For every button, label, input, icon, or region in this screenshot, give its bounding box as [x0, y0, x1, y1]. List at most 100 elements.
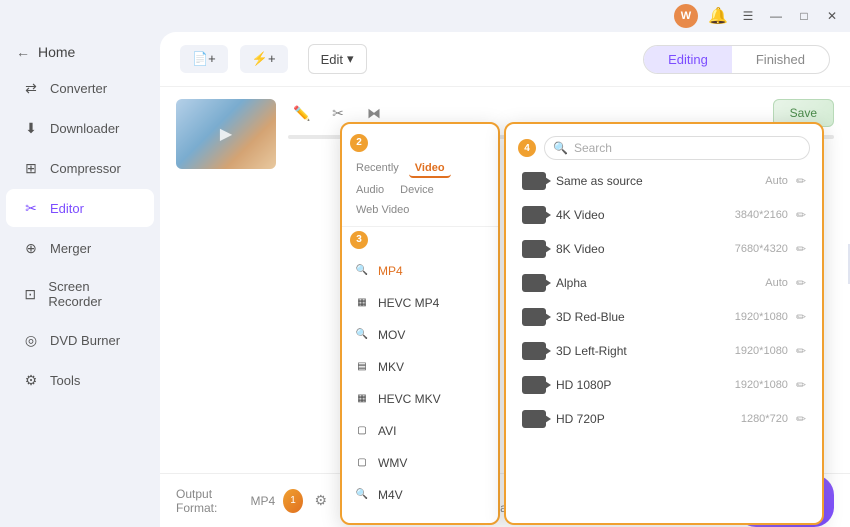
mkv-icon: ▤ [354, 359, 370, 375]
edit-pencil-icon[interactable]: ✏️ [288, 99, 316, 127]
add-icon: 📄+ [192, 51, 216, 67]
format-item-mov[interactable]: 🔍 MOV [342, 319, 498, 351]
format-item-mp4[interactable]: 🔍 MP4 [342, 255, 498, 287]
output-format-section: Output Format: MP4 1 ⚙ [176, 487, 331, 515]
hevc-mp4-icon: ▦ [354, 295, 370, 311]
format-label-wmv: WMV [378, 456, 407, 470]
format-label-m4v: M4V [378, 488, 403, 502]
tab-finished[interactable]: Finished [732, 46, 829, 73]
quality-icon [522, 376, 546, 394]
quality-edit-icon[interactable]: ✏ [796, 344, 806, 358]
sidebar-item-downloader[interactable]: ⬇ Downloader [6, 109, 154, 147]
sidebar-item-editor[interactable]: ✂ Editor [6, 189, 154, 227]
sidebar-label-editor: Editor [50, 201, 84, 216]
format-item-hevc-mkv[interactable]: ▦ HEVC MKV [342, 383, 498, 415]
sidebar-item-merger[interactable]: ⊕ Merger [6, 229, 154, 267]
format-tab-audio[interactable]: Audio [350, 182, 390, 198]
dvd-burner-icon: ◎ [22, 331, 40, 349]
format-item-wmv[interactable]: ▢ WMV [342, 447, 498, 479]
format-label-mkv: MKV [378, 360, 404, 374]
video-thumbnail [176, 99, 276, 169]
format-label-hevc-mp4: HEVC MP4 [378, 296, 439, 310]
format-tab-video[interactable]: Video [409, 160, 451, 178]
quality-icon [522, 410, 546, 428]
quality-res: Auto [765, 277, 788, 289]
quality-item-alpha[interactable]: Alpha Auto ✏ [510, 266, 818, 300]
quality-res: 1920*1080 [735, 345, 788, 357]
badge-1: 1 [290, 495, 296, 506]
quality-list: Same as source Auto ✏ 4K Video 3840*2160… [506, 164, 822, 436]
quality-label: 4K Video [556, 208, 735, 222]
output-format-dropdown-button[interactable]: 1 [283, 489, 303, 513]
sidebar-item-screen-recorder[interactable]: ⊡ Screen Recorder [6, 269, 154, 319]
search-icon: 🔍 [553, 141, 568, 155]
quality-res: 1920*1080 [735, 311, 788, 323]
format-overlay: 2 Recently Video Audio Device Web Video … [340, 122, 824, 525]
quality-label: HD 720P [556, 412, 741, 426]
close-button[interactable]: ✕ [822, 6, 842, 26]
sidebar-label-dvd-burner: DVD Burner [50, 333, 120, 348]
quality-item-4k[interactable]: 4K Video 3840*2160 ✏ [510, 198, 818, 232]
badge-3: 3 [350, 231, 368, 249]
mov-icon: 🔍 [354, 327, 370, 343]
format-item-m4v[interactable]: 🔍 M4V [342, 479, 498, 511]
hamburger-icon[interactable]: ☰ [738, 6, 758, 26]
badge-4: 4 [518, 139, 536, 157]
quality-label: 3D Left-Right [556, 344, 735, 358]
title-bar: W 🔔 ☰ — □ ✕ [0, 0, 850, 32]
quality-item-hd-1080p[interactable]: HD 1080P 1920*1080 ✏ [510, 368, 818, 402]
quality-edit-icon[interactable]: ✏ [796, 276, 806, 290]
quality-edit-icon[interactable]: ✏ [796, 174, 806, 188]
format-tab-recently[interactable]: Recently [350, 160, 405, 178]
edit-dropdown[interactable]: Edit ▾ [308, 44, 367, 74]
format-right-panel: 4 🔍 Search Same as source Auto ✏ [504, 122, 824, 525]
content-area: 📄+ ⚡+ Edit ▾ Editing Finished ✏️ ✂ ⧓ [160, 32, 850, 527]
hevc-mkv-icon: ▦ [354, 391, 370, 407]
quality-item-3d-red-blue[interactable]: 3D Red-Blue 1920*1080 ✏ [510, 300, 818, 334]
notification-icon[interactable]: 🔔 [706, 4, 730, 28]
minimize-button[interactable]: — [766, 6, 786, 26]
converter-icon: ⇄ [22, 79, 40, 97]
quality-label: 8K Video [556, 242, 735, 256]
sidebar-label-downloader: Downloader [50, 121, 119, 136]
sidebar-item-tools[interactable]: ⚙ Tools [6, 361, 154, 399]
quality-item-3d-left-right[interactable]: 3D Left-Right 1920*1080 ✏ [510, 334, 818, 368]
sidebar-home[interactable]: ← Home [0, 36, 160, 68]
quality-icon [522, 342, 546, 360]
quality-item-hd-720p[interactable]: HD 720P 1280*720 ✏ [510, 402, 818, 436]
mp4-icon: 🔍 [354, 263, 370, 279]
quality-item-8k[interactable]: 8K Video 7680*4320 ✏ [510, 232, 818, 266]
quality-edit-icon[interactable]: ✏ [796, 242, 806, 256]
quality-edit-icon[interactable]: ✏ [796, 208, 806, 222]
output-format-value: MP4 [250, 494, 275, 508]
quality-label: Alpha [556, 276, 765, 290]
output-format-label: Output Format: [176, 487, 242, 515]
output-settings-icon[interactable]: ⚙ [311, 489, 331, 513]
format-label-hevc-mkv: HEVC MKV [378, 392, 441, 406]
search-bar[interactable]: 🔍 Search [544, 136, 810, 160]
quality-edit-icon[interactable]: ✏ [796, 310, 806, 324]
home-label: Home [38, 44, 75, 60]
sidebar-item-dvd-burner[interactable]: ◎ DVD Burner [6, 321, 154, 359]
format-list: 🔍 MP4 ▦ HEVC MP4 🔍 MOV ▤ MKV [342, 251, 498, 515]
speed-icon: ⚡+ [252, 51, 276, 67]
format-tab-web-video[interactable]: Web Video [350, 202, 415, 218]
quality-item-same-as-source[interactable]: Same as source Auto ✏ [510, 164, 818, 198]
format-item-hevc-mp4[interactable]: ▦ HEVC MP4 [342, 287, 498, 319]
format-item-avi[interactable]: ▢ AVI [342, 415, 498, 447]
format-tab-device[interactable]: Device [394, 182, 440, 198]
sidebar-label-screen-recorder: Screen Recorder [48, 279, 138, 309]
format-label-mov: MOV [378, 328, 405, 342]
maximize-button[interactable]: □ [794, 6, 814, 26]
quality-edit-icon[interactable]: ✏ [796, 412, 806, 426]
add-speed-button[interactable]: ⚡+ [240, 45, 288, 73]
quality-edit-icon[interactable]: ✏ [796, 378, 806, 392]
add-files-button[interactable]: 📄+ [180, 45, 228, 73]
sidebar-item-compressor[interactable]: ⊞ Compressor [6, 149, 154, 187]
user-avatar[interactable]: W [674, 4, 698, 28]
format-item-mkv[interactable]: ▤ MKV [342, 351, 498, 383]
quality-res: 1280*720 [741, 413, 788, 425]
main-layout: ← Home ⇄ Converter ⬇ Downloader ⊞ Compre… [0, 32, 850, 527]
tab-editing[interactable]: Editing [644, 46, 732, 73]
sidebar-item-converter[interactable]: ⇄ Converter [6, 69, 154, 107]
